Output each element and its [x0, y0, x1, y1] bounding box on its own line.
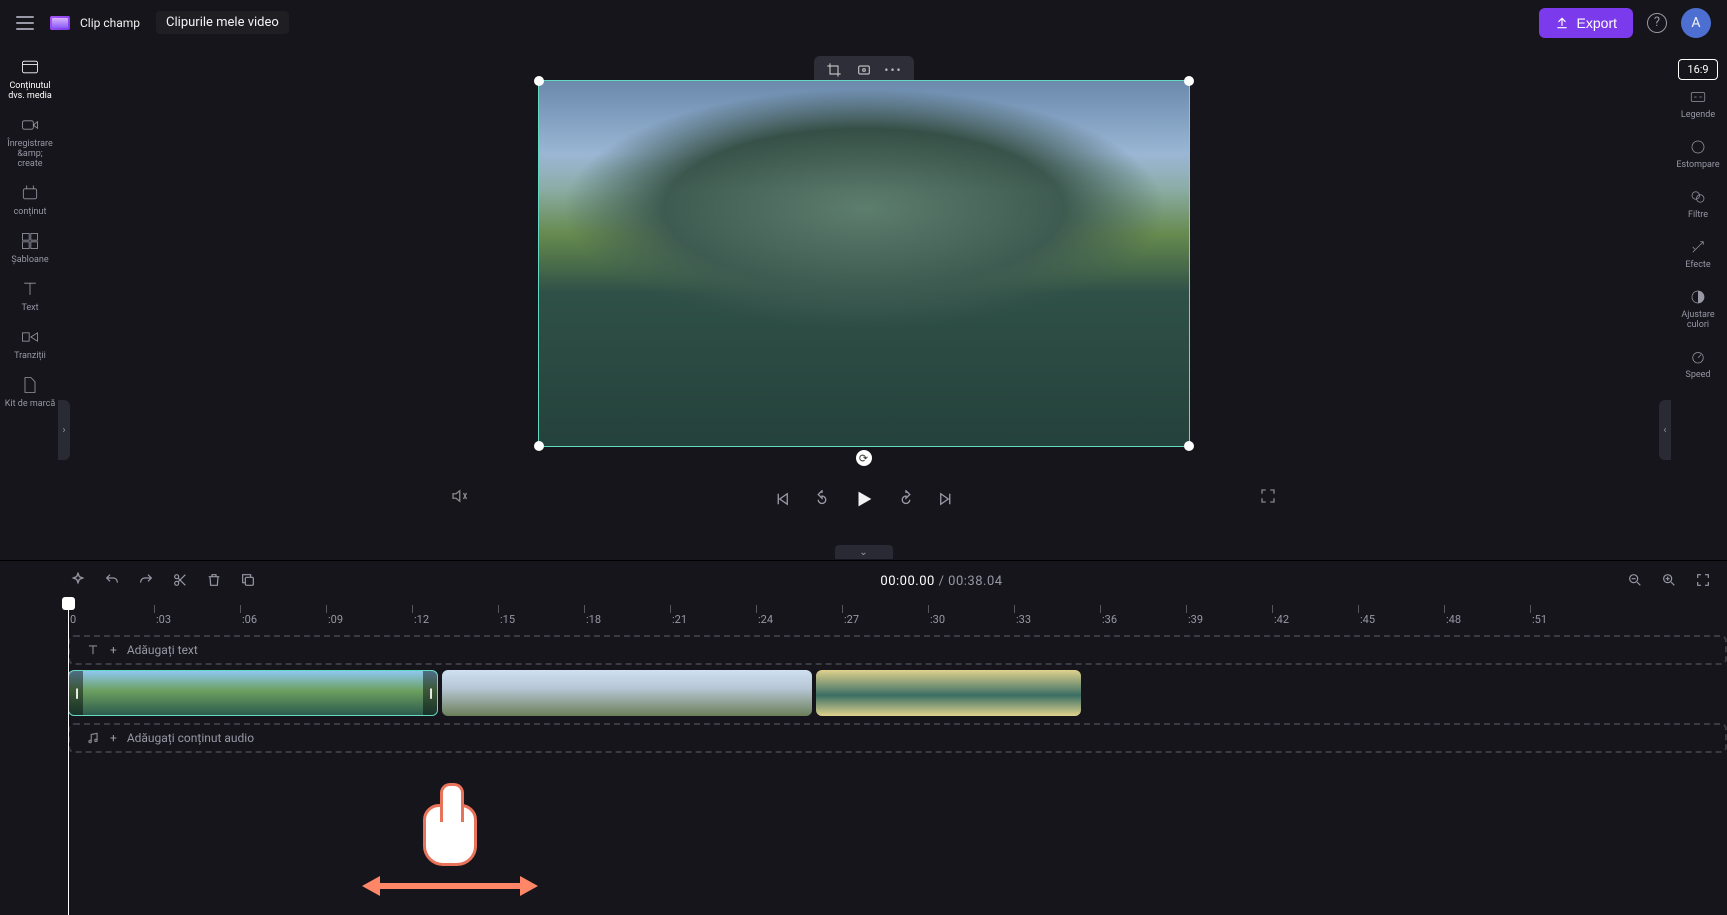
sidebar-label-content: conținut [14, 207, 47, 217]
sidebar-label-effects: Efecte [1685, 260, 1710, 270]
clip-1-trim-left[interactable]: || [69, 671, 83, 715]
timeline-panel: 00:00.00 / 00:38.04 0:03:06:09:12:15:18:… [0, 560, 1727, 915]
clip-1[interactable]: || || [68, 670, 438, 716]
fullscreen-icon[interactable] [1259, 487, 1277, 508]
clipchamp-logo-icon [50, 16, 70, 30]
aspect-ratio-button[interactable]: 16:9 [1678, 59, 1717, 80]
sidebar-label-templates: Șabloane [11, 255, 48, 265]
play-button[interactable] [853, 488, 875, 513]
playback-controls [70, 480, 1657, 520]
sidebar-label-record: Înregistrare &amp; create [2, 139, 58, 169]
skip-start-icon[interactable] [773, 490, 791, 511]
add-text-label: Adăugați text [127, 643, 198, 657]
sidebar-item-brandkit[interactable]: Kit de marcă [2, 375, 58, 409]
sidebar-item-templates[interactable]: Șabloane [2, 231, 58, 265]
expand-right-panel-handle[interactable]: ‹ [1659, 400, 1671, 460]
clip-2[interactable] [442, 670, 812, 716]
clip-1-trim-right[interactable]: || [423, 671, 437, 715]
sidebar-item-content[interactable]: conținut [2, 183, 58, 217]
sidebar-label-text: Text [21, 303, 38, 313]
jump-forward-icon[interactable] [897, 490, 915, 511]
sidebar-label-fade: Estompare [1676, 160, 1719, 170]
magic-icon[interactable] [70, 572, 86, 591]
skip-end-icon[interactable] [937, 490, 955, 511]
project-name-input[interactable]: Clipurile mele video [156, 11, 289, 34]
collapse-timeline-handle[interactable]: ⌄ [835, 545, 893, 559]
expand-left-panel-handle[interactable]: › [58, 400, 70, 460]
hamburger-menu-icon[interactable] [16, 16, 34, 30]
resize-handle-br[interactable] [1184, 441, 1194, 451]
add-audio-label: Adăugați conținut audio [127, 731, 254, 745]
export-button[interactable]: Export [1539, 8, 1633, 38]
hand-cursor-icon [423, 804, 477, 866]
sidebar-label-filters: Filtre [1688, 210, 1708, 220]
sidebar-item-transitions[interactable]: Tranziții [2, 327, 58, 361]
help-icon[interactable]: ? [1647, 13, 1667, 33]
header-bar: Clip champ Clipurile mele video Export ?… [0, 0, 1727, 45]
playhead[interactable] [68, 603, 69, 915]
brand: Clip champ [50, 16, 140, 30]
sidebar-label-media: Conținutul dvs. media [2, 81, 58, 101]
export-label: Export [1577, 15, 1617, 31]
timecode: 00:00.00 / 00:38.04 [880, 574, 1002, 589]
zoom-fit-icon[interactable] [1695, 572, 1711, 591]
resize-handle-bl[interactable] [534, 441, 544, 451]
timeline-ruler[interactable]: 0:03:06:09:12:15:18:21:24:27:30:33:36:39… [68, 601, 1727, 629]
preview-canvas[interactable]: ⟳ [538, 80, 1190, 447]
drag-arrow-icon [360, 872, 540, 900]
delete-icon[interactable] [206, 572, 222, 591]
sidebar-label-color-adjust: Ajustare culori [1670, 310, 1726, 330]
add-audio-track[interactable]: +Adăugați conținut audio [68, 723, 1727, 753]
brand-name: Clip champ [80, 16, 140, 30]
preview-stage: ••• ⟳ [70, 50, 1657, 520]
resize-handle-tl[interactable] [534, 76, 544, 86]
clip-3[interactable] [816, 670, 1081, 716]
sidebar-label-captions: Legende [1681, 110, 1715, 120]
zoom-out-icon[interactable] [1627, 572, 1643, 591]
video-track: || || [68, 669, 1727, 717]
resize-handle-tr[interactable] [1184, 76, 1194, 86]
undo-icon[interactable] [104, 572, 120, 591]
sidebar-item-filters[interactable]: Filtre [1670, 188, 1726, 220]
redo-icon[interactable] [138, 572, 154, 591]
add-text-track[interactable]: +Adăugați text [68, 635, 1727, 665]
timecode-current: 00:00.00 [880, 574, 934, 589]
more-icon[interactable]: ••• [886, 62, 902, 78]
sidebar-item-fade[interactable]: Estompare [1670, 138, 1726, 170]
sidebar-item-text[interactable]: Text [2, 279, 58, 313]
crop-icon[interactable] [826, 62, 842, 78]
timecode-total: 00:38.04 [948, 574, 1002, 589]
sidebar-label-transitions: Tranziții [14, 351, 46, 361]
tutorial-hand-overlay [360, 804, 540, 900]
sidebar-label-brandkit: Kit de marcă [5, 399, 55, 409]
sidebar-item-captions[interactable]: Legende [1670, 88, 1726, 120]
split-icon[interactable] [172, 572, 188, 591]
sidebar-item-speed[interactable]: Speed [1670, 348, 1726, 380]
sidebar-item-record[interactable]: Înregistrare &amp; create [2, 115, 58, 169]
sidebar-item-media[interactable]: Conținutul dvs. media [2, 57, 58, 101]
timeline-toolbar: 00:00.00 / 00:38.04 [0, 561, 1727, 601]
duplicate-icon[interactable] [240, 572, 256, 591]
sidebar-item-effects[interactable]: Efecte [1670, 238, 1726, 270]
timeline-tracks: +Adăugați text || || +Adăugați conținut … [68, 635, 1727, 753]
avatar[interactable]: A [1681, 8, 1711, 38]
zoom-in-icon[interactable] [1661, 572, 1677, 591]
jump-back-icon[interactable] [813, 490, 831, 511]
sidebar-item-color-adjust[interactable]: Ajustare culori [1670, 288, 1726, 330]
fit-icon[interactable] [856, 62, 872, 78]
sidebar-label-speed: Speed [1685, 370, 1710, 380]
rotate-handle[interactable]: ⟳ [856, 450, 872, 466]
